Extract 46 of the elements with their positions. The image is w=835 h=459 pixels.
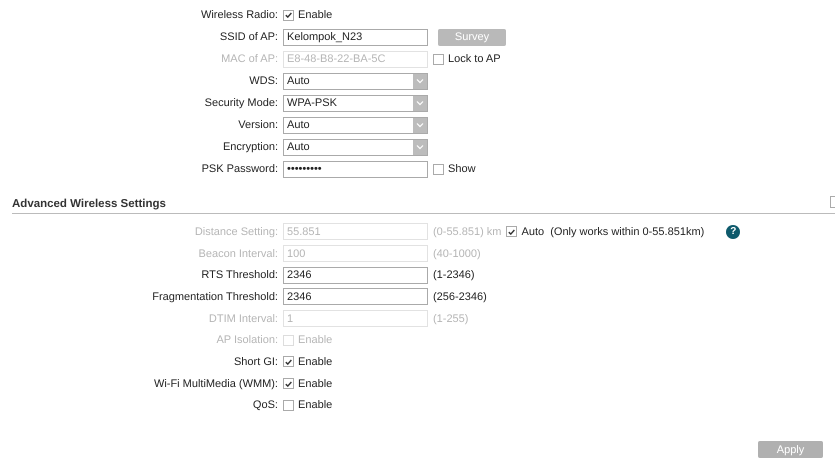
input-field[interactable]: ••••••••• xyxy=(283,160,428,178)
field-label: QoS: xyxy=(252,399,279,412)
dropdown[interactable]: Auto xyxy=(283,72,428,90)
input-field[interactable]: 2346 xyxy=(283,266,428,284)
checkbox-option[interactable]: Enable xyxy=(283,9,332,21)
field-label: Version: xyxy=(237,119,279,131)
field-label: SSID of AP: xyxy=(218,31,279,43)
dropdown[interactable]: Auto xyxy=(283,116,428,134)
input-field[interactable]: 2346 xyxy=(283,288,428,306)
checkbox-option[interactable]: Enable xyxy=(283,356,332,368)
range-hint: (1-255) xyxy=(433,312,468,325)
checkbox[interactable] xyxy=(830,196,835,208)
field-label: RTS Threshold: xyxy=(200,269,279,282)
field-label: AP Isolation: xyxy=(215,334,279,346)
checkbox-option[interactable]: Enable xyxy=(283,378,332,390)
field-label: Wireless Radio: xyxy=(200,9,279,21)
field-label: Fragmentation Threshold: xyxy=(151,290,279,303)
dropdown[interactable]: WPA-PSK xyxy=(283,94,428,112)
checkbox-option[interactable]: Show xyxy=(433,163,476,175)
input-field[interactable]: Kelompok_N23 xyxy=(283,28,428,46)
field-label: WDS: xyxy=(248,75,279,87)
range-hint: (40-1000) xyxy=(433,248,481,260)
checkbox[interactable] xyxy=(283,10,294,20)
section-title: Advanced Wireless Settings xyxy=(12,198,166,210)
checkbox[interactable] xyxy=(283,356,294,368)
chevron-down-icon[interactable] xyxy=(413,118,427,132)
range-hint: (256-2346) xyxy=(433,290,487,303)
checkbox[interactable] xyxy=(433,164,444,174)
checkbox[interactable] xyxy=(283,378,294,390)
field-label: Beacon Interval: xyxy=(198,248,279,260)
field-label: Distance Setting: xyxy=(194,226,279,238)
field-label: Wi-Fi MultiMedia (WMM): xyxy=(152,378,279,390)
chevron-down-icon[interactable] xyxy=(413,96,427,110)
dropdown[interactable]: Auto xyxy=(283,138,428,156)
field-label: DTIM Interval: xyxy=(208,312,279,325)
field-label: Short GI: xyxy=(232,356,279,368)
checkbox-option[interactable]: Enable xyxy=(283,399,332,412)
chevron-down-icon[interactable] xyxy=(413,140,427,154)
field-label: MAC of AP: xyxy=(220,53,279,65)
range-hint: (1-2346) xyxy=(433,269,475,282)
chevron-down-icon[interactable] xyxy=(413,74,427,88)
field-label: PSK Password: xyxy=(200,163,279,175)
field-label: Security Mode: xyxy=(204,97,279,109)
field-label: Encryption: xyxy=(222,141,279,153)
range-hint: (0-55.851) km xyxy=(433,226,502,238)
checkbox[interactable] xyxy=(283,400,294,411)
